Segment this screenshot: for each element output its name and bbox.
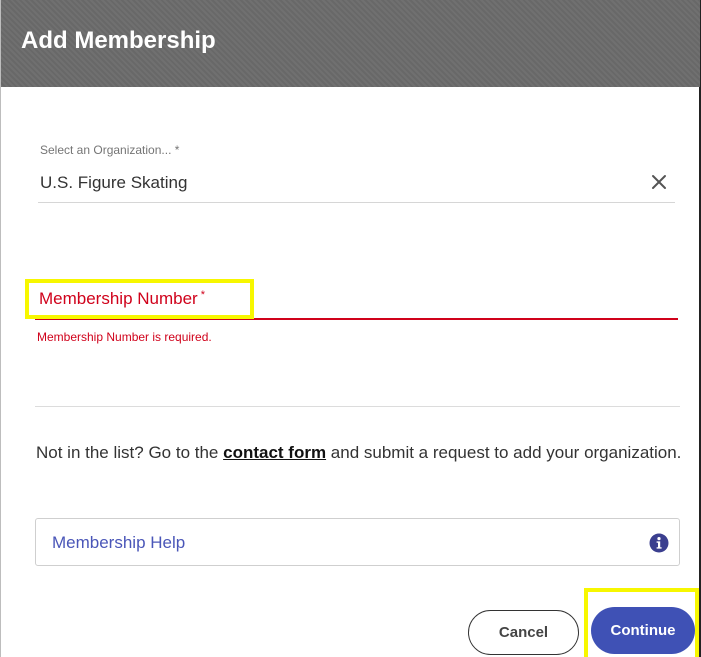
continue-button[interactable]: Continue [591,607,695,654]
info-icon [649,533,669,553]
info-text-before: Not in the list? Go to the [36,443,224,462]
dialog-title: Add Membership [21,27,216,54]
close-icon[interactable] [647,170,671,194]
required-mark: * [200,289,206,301]
organization-value[interactable]: U.S. Figure Skating [40,173,187,193]
organization-label: Select an Organization... * [40,143,180,157]
membership-number-label: Membership Number * [39,289,205,309]
info-text-after: and submit a request to add your organiz… [326,443,682,462]
organization-select[interactable]: Select an Organization... * U.S. Figure … [38,140,675,203]
contact-form-link[interactable]: contact form [223,443,326,462]
membership-help-label: Membership Help [52,533,186,552]
dialog-header: Add Membership [1,0,700,87]
membership-help-button[interactable]: Membership Help [35,518,680,566]
divider [35,406,680,407]
add-membership-dialog: Add Membership Select an Organization...… [0,0,701,657]
organization-info-text: Not in the list? Go to the contact form … [36,439,691,467]
membership-number-error: Membership Number is required. [37,330,212,344]
membership-number-label-text: Membership Number [39,289,198,308]
cancel-button[interactable]: Cancel [468,610,579,655]
